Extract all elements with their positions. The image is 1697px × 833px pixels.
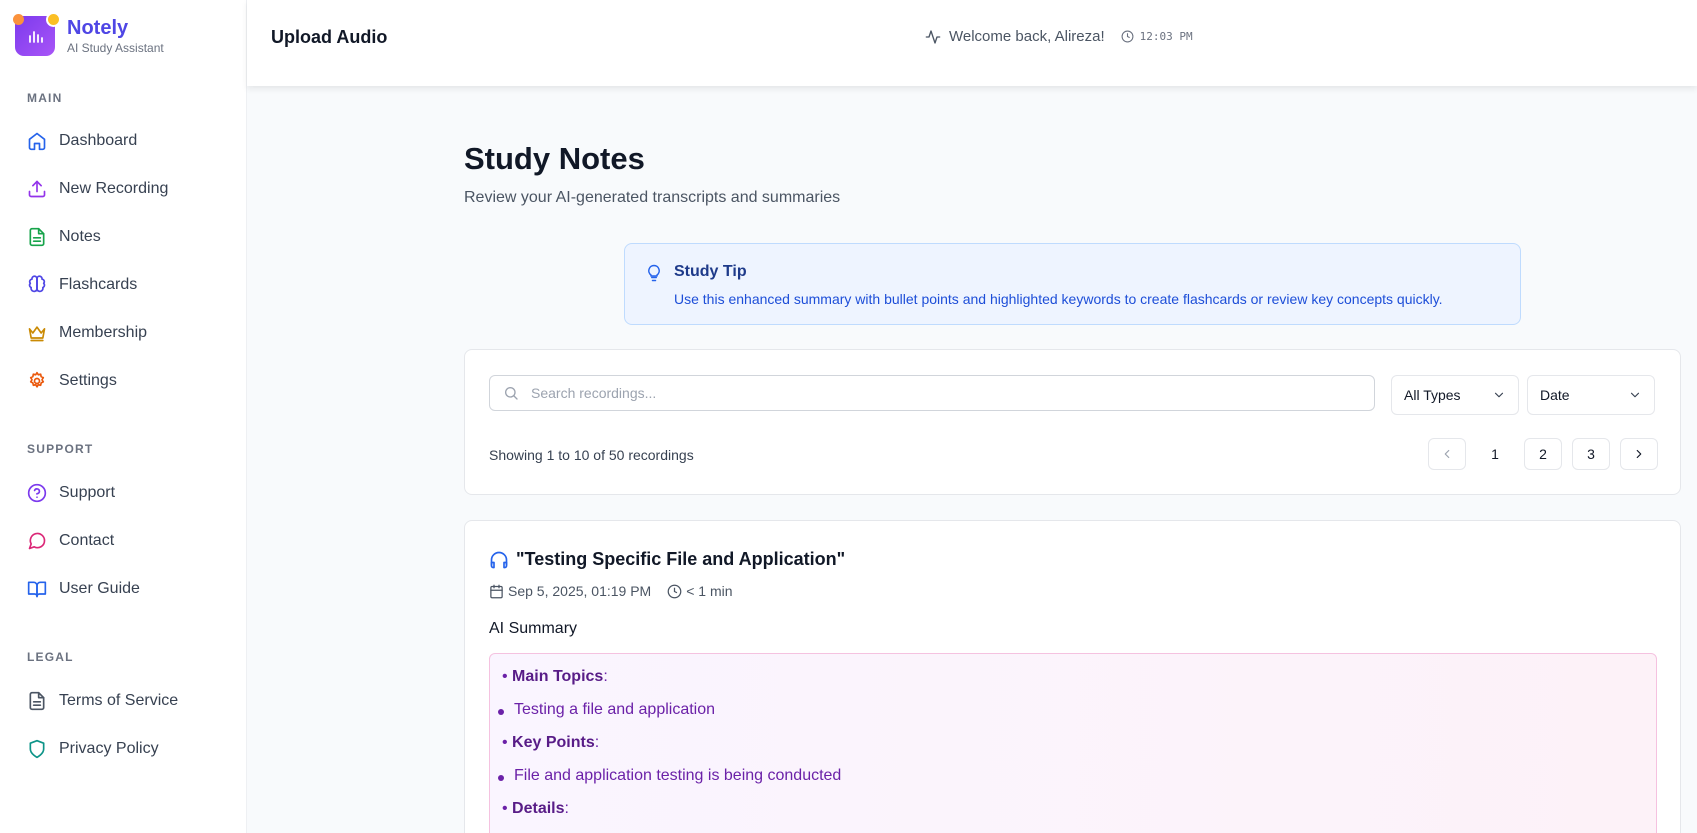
sidebar-item-label: Terms of Service — [59, 692, 179, 709]
welcome-text: Welcome back, Alireza! — [949, 28, 1105, 45]
summary-heading-main-topics: • Main Topics: — [502, 668, 608, 685]
sidebar-item-label: Settings — [59, 372, 117, 389]
summary-box: • Main Topics: Testing a file and applic… — [489, 653, 1657, 833]
sidebar-item-settings[interactable]: Settings — [27, 366, 117, 396]
lightbulb-icon — [648, 264, 660, 282]
brain-icon — [28, 275, 46, 293]
summary-item: File and application testing is being co… — [514, 767, 842, 784]
type-filter-value: All Types — [1404, 387, 1461, 403]
sidebar-item-label: Membership — [59, 324, 148, 341]
sidebar-item-terms[interactable]: Terms of Service — [27, 686, 178, 716]
recording-title[interactable]: "Testing Specific File and Application" — [489, 549, 845, 570]
page-title: Study Notes — [464, 141, 645, 176]
brand-subtitle: AI Study Assistant — [67, 41, 164, 55]
search-filter-card: All Types Date Showing 1 to 10 of 50 rec… — [464, 349, 1681, 495]
chevron-right-icon — [1636, 449, 1642, 459]
sidebar-item-label: Dashboard — [59, 132, 138, 149]
section-label-main: MAIN — [27, 91, 63, 105]
recording-duration: < 1 min — [686, 583, 733, 599]
sort-filter-value: Date — [1540, 387, 1570, 403]
top-header: Upload Audio Welcome back, Alireza! 12:0… — [247, 0, 1697, 86]
search-input[interactable] — [531, 385, 1351, 401]
logo-dot — [13, 14, 24, 25]
brand[interactable]: Notely AI Study Assistant — [13, 12, 164, 56]
book-icon — [27, 581, 47, 598]
summary-item: Testing a file and application — [514, 701, 716, 718]
clock: 12:03 PM — [1121, 30, 1193, 43]
sidebar-item-label: Notes — [59, 228, 101, 245]
type-filter-select[interactable]: All Types — [1391, 375, 1519, 415]
calendar-icon — [490, 584, 503, 598]
summary-heading-text: Key Points — [512, 734, 595, 751]
chat-bubble-icon — [28, 532, 46, 550]
sidebar-item-label: User Guide — [59, 580, 140, 597]
search-box[interactable] — [489, 375, 1375, 411]
prev-page-button[interactable] — [1428, 438, 1466, 470]
clock-time: 12:03 PM — [1139, 30, 1193, 43]
sidebar-item-label: Flashcards — [59, 276, 138, 293]
sidebar-item-label: Contact — [59, 532, 115, 549]
page-button-2[interactable]: 2 — [1524, 438, 1562, 470]
header-title: Upload Audio — [271, 27, 388, 47]
chevron-down-icon — [1494, 392, 1504, 398]
bullet-dot — [498, 775, 504, 781]
tip-text: Use this enhanced summary with bullet po… — [674, 291, 1443, 307]
page-subtitle: Review your AI-generated transcripts and… — [464, 189, 841, 206]
upload-icon — [28, 180, 46, 198]
document-icon — [29, 227, 45, 247]
home-icon — [28, 132, 46, 151]
sidebar-item-notes[interactable]: Notes — [27, 222, 101, 252]
search-icon — [505, 387, 518, 400]
audio-bars-icon — [29, 31, 43, 43]
next-page-button[interactable] — [1620, 438, 1658, 470]
sidebar-item-contact[interactable]: Contact — [27, 526, 114, 556]
tip-title: Study Tip — [674, 263, 747, 280]
summary-heading-text: Details — [512, 800, 565, 817]
sort-filter-select[interactable]: Date — [1527, 375, 1655, 415]
chevron-down-icon — [1630, 392, 1640, 398]
sidebar-item-support[interactable]: Support — [27, 478, 115, 508]
headphones-icon — [490, 551, 508, 568]
activity-icon — [925, 29, 941, 44]
sidebar-item-label: Privacy Policy — [59, 740, 159, 757]
sidebar-item-privacy[interactable]: Privacy Policy — [27, 734, 159, 764]
recording-card[interactable]: "Testing Specific File and Application" … — [464, 520, 1681, 833]
sidebar-item-membership[interactable]: Membership — [27, 318, 147, 348]
clock-icon — [1121, 30, 1134, 43]
shield-icon — [29, 739, 45, 759]
summary-heading-details: • Details: — [502, 800, 569, 817]
summary-heading-key-points: • Key Points: — [502, 734, 600, 751]
clock-icon — [667, 584, 682, 598]
recording-title-text: "Testing Specific File and Application" — [516, 549, 846, 569]
help-circle-icon — [27, 483, 47, 503]
sidebar-item-user-guide[interactable]: User Guide — [27, 574, 140, 604]
logo — [13, 12, 61, 56]
crown-icon — [28, 326, 46, 342]
header-status: Welcome back, Alireza! 12:03 PM — [925, 28, 1193, 45]
logo-badge — [46, 12, 61, 27]
bullet-dot — [498, 709, 504, 715]
sidebar-item-label: New Recording — [59, 180, 169, 197]
summary-heading-text: Main Topics — [512, 668, 604, 685]
section-label-legal: LEGAL — [27, 650, 74, 664]
sidebar-item-dashboard[interactable]: Dashboard — [27, 126, 137, 156]
page-button-3[interactable]: 3 — [1572, 438, 1610, 470]
recording-meta: Sep 5, 2025, 01:19 PM < 1 min — [489, 583, 733, 599]
file-text-icon — [29, 691, 45, 711]
sidebar-item-new-recording[interactable]: New Recording — [27, 174, 168, 204]
results-count: Showing 1 to 10 of 50 recordings — [489, 447, 694, 463]
ai-summary-label: AI Summary — [489, 620, 578, 637]
sidebar-item-flashcards[interactable]: Flashcards — [27, 270, 137, 300]
gear-icon — [29, 371, 45, 388]
sidebar-item-label: Support — [59, 484, 116, 501]
page-button-1[interactable]: 1 — [1476, 438, 1514, 470]
brand-name: Notely — [67, 17, 129, 39]
section-label-support: SUPPORT — [27, 442, 94, 456]
recording-date: Sep 5, 2025, 01:19 PM — [508, 583, 652, 599]
sidebar: Notely AI Study Assistant MAIN Dashboard… — [0, 0, 247, 833]
study-tip-banner: Study Tip Use this enhanced summary with… — [624, 243, 1521, 325]
chevron-left-icon — [1444, 449, 1450, 459]
